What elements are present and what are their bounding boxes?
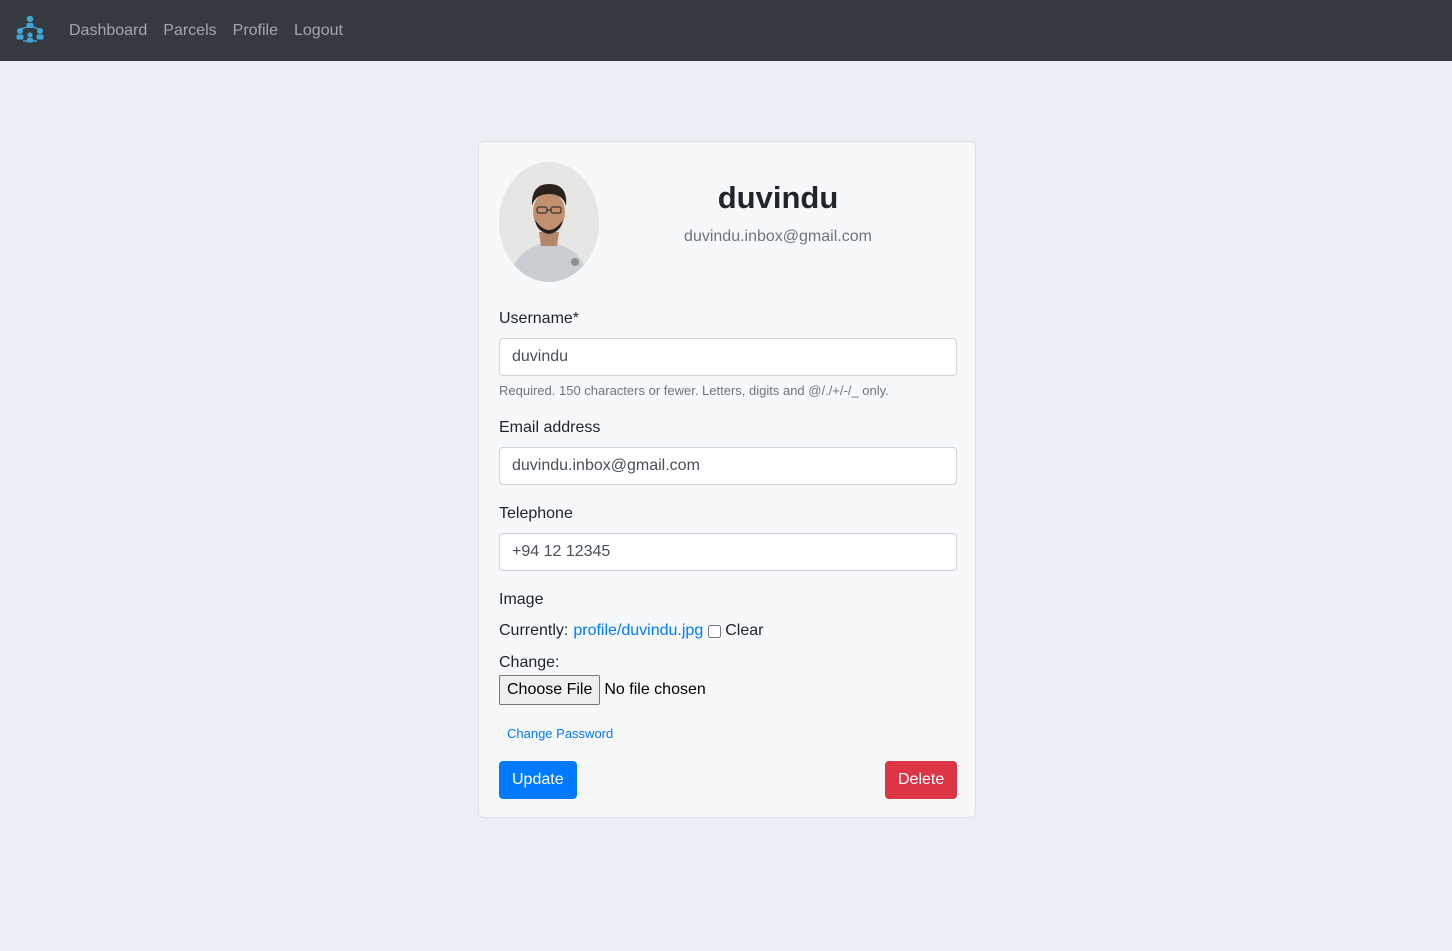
image-label: Image xyxy=(499,591,544,608)
profile-card: duvindu duvindu.inbox@gmail.com Username… xyxy=(478,141,976,818)
choose-file-button[interactable]: Choose File xyxy=(499,675,601,705)
profile-name: duvindu xyxy=(717,180,839,215)
current-image-row: Currently: profile/duvindu.jpg Clear xyxy=(499,622,763,640)
change-password-link[interactable]: Change Password xyxy=(507,726,613,741)
nav-link-profile[interactable]: Profile xyxy=(233,22,278,40)
top-navbar: Dashboard Parcels Profile Logout xyxy=(0,0,1452,61)
network-logo-icon[interactable] xyxy=(13,14,47,46)
delete-button[interactable]: Delete xyxy=(885,761,957,799)
email-label: Email address xyxy=(499,419,601,436)
telephone-input[interactable] xyxy=(499,533,957,571)
telephone-label: Telephone xyxy=(499,505,573,522)
file-input: Choose File No file chosen xyxy=(499,675,706,705)
avatar xyxy=(499,162,599,282)
nav-link-parcels[interactable]: Parcels xyxy=(163,22,216,40)
clear-image-checkbox[interactable] xyxy=(708,624,722,638)
nav-link-dashboard[interactable]: Dashboard xyxy=(69,22,147,40)
clear-label: Clear xyxy=(725,622,764,639)
profile-email: duvindu.inbox@gmail.com xyxy=(684,228,872,245)
currently-label: Currently: xyxy=(499,622,569,639)
username-label: Username* xyxy=(499,310,580,327)
nav-links: Dashboard Parcels Profile Logout xyxy=(69,0,343,61)
no-file-text: No file chosen xyxy=(604,681,706,698)
nav-link-logout[interactable]: Logout xyxy=(294,22,343,40)
email-input[interactable] xyxy=(499,447,957,485)
update-button[interactable]: Update xyxy=(499,761,577,799)
username-help-text: Required. 150 characters or fewer. Lette… xyxy=(499,383,889,398)
current-image-link[interactable]: profile/duvindu.jpg xyxy=(573,622,703,640)
username-input[interactable] xyxy=(499,338,957,376)
change-label: Change: xyxy=(499,654,560,671)
user-photo xyxy=(499,162,599,282)
